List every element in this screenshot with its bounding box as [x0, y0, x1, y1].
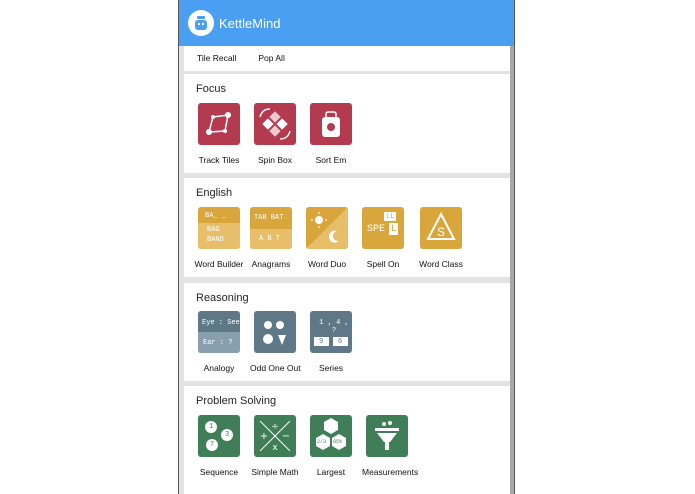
anagrams-icon: TAB BAT A B T: [250, 207, 292, 249]
svg-text:−: −: [282, 431, 290, 442]
section-title-focus: Focus: [196, 83, 226, 95]
game-word-duo[interactable]: Word Duo: [302, 207, 352, 269]
sequence-c: 7: [210, 441, 215, 449]
section-title-english: English: [196, 187, 233, 199]
spell-on-main: SPE: [367, 224, 386, 235]
tile-label: Track Tiles: [198, 155, 240, 165]
tile-label: Measurements: [362, 467, 419, 477]
sequence-b: 3: [225, 431, 230, 439]
tile-label: Series: [318, 363, 344, 373]
spell-on-icon: LL SPE L: [362, 207, 404, 249]
analogy-icon: Eye : See Ear : ?: [198, 311, 240, 353]
analogy-bottom: Ear : ?: [203, 339, 233, 347]
game-spin-box[interactable]: Spin Box: [250, 103, 300, 165]
game-analogy[interactable]: Eye : See Ear : ? Analogy: [194, 311, 244, 373]
reasoning-section: Reasoning Eye : See Ear : ? Analogy Odd …: [184, 283, 510, 381]
word-class-icon: S: [420, 207, 462, 249]
english-section: English BA_ _ BAG BAND Word Builder TAB …: [184, 178, 510, 277]
tile-label: Word Duo: [307, 259, 347, 269]
sequence-icon: 1 3 7: [198, 415, 240, 457]
tile-label: Simple Math: [251, 467, 299, 477]
game-anagrams[interactable]: TAB BAT A B T Anagrams: [246, 207, 296, 269]
game-simple-math[interactable]: ÷ + − x Simple Math: [250, 415, 300, 477]
svg-text:x: x: [272, 443, 278, 453]
phone-screen: KettleMind Tile Recall Pop All Focus Tra…: [178, 0, 515, 494]
tile-label: Sort Em: [315, 155, 347, 165]
svg-text:S: S: [437, 225, 445, 239]
kettle-icon: [188, 10, 214, 36]
game-track-tiles[interactable]: Track Tiles: [194, 103, 244, 165]
word-duo-icon: [306, 207, 348, 249]
series-b: 6: [338, 338, 343, 346]
game-sequence[interactable]: 1 3 7 Sequence: [194, 415, 244, 477]
tile-label: Word Class: [419, 259, 463, 269]
section-title-reasoning: Reasoning: [196, 292, 249, 304]
tile-label: Largest: [316, 467, 346, 477]
series-top: 1 , 4 , ?: [319, 319, 349, 335]
scrollbar[interactable]: [510, 46, 514, 494]
tile-label: Spell On: [366, 259, 400, 269]
track-tiles-icon: [198, 103, 240, 145]
word-builder-line2: BAG: [207, 226, 220, 234]
spin-box-icon: [254, 103, 296, 145]
game-odd-one-out[interactable]: Odd One Out: [250, 311, 301, 373]
focus-section: Focus Track Tiles Spin Box Sort Em: [184, 74, 510, 173]
word-builder-icon: BA_ _ BAG BAND: [198, 207, 240, 249]
series-icon: 1 , 4 , ? 9 6: [310, 311, 352, 353]
spell-on-top: LL: [386, 213, 395, 221]
tile-label: Odd One Out: [250, 363, 301, 373]
analogy-top: Eye : See: [202, 319, 240, 327]
tile-label: Spin Box: [257, 155, 293, 165]
funnel-icon: [366, 415, 408, 457]
game-largest[interactable]: 2/3 85% Largest: [306, 415, 356, 477]
largest-a: 2/3: [317, 439, 327, 445]
problem-solving-section: Problem Solving 1 3 7 Sequence ÷ + − x Simp…: [184, 386, 510, 494]
sequence-a: 1: [209, 423, 214, 431]
word-builder-line3: BAND: [207, 236, 224, 244]
game-series[interactable]: 1 , 4 , ? 9 6 Series: [306, 311, 356, 373]
game-word-class[interactable]: S Word Class: [416, 207, 466, 269]
spell-on-tail: L: [391, 224, 398, 235]
top-games-card: Tile Recall Pop All: [184, 46, 510, 71]
tile-label: Word Builder: [194, 259, 244, 269]
game-spell-on[interactable]: LL SPE L Spell On: [358, 207, 408, 269]
section-title-problem-solving: Problem Solving: [196, 395, 277, 407]
game-sort-em[interactable]: Sort Em: [306, 103, 356, 165]
app-title: KettleMind: [219, 15, 281, 31]
series-a: 9: [319, 338, 324, 346]
tile-label: Sequence: [199, 467, 239, 477]
game-word-builder[interactable]: BA_ _ BAG BAND Word Builder: [194, 207, 244, 269]
svg-text:÷: ÷: [271, 422, 279, 432]
anagrams-bottom: A B T: [259, 235, 281, 243]
game-pop-all[interactable]: Pop All: [258, 53, 284, 63]
tile-label: Analogy: [203, 363, 235, 373]
odd-one-out-icon: [254, 311, 296, 353]
game-tile-recall[interactable]: Tile Recall: [197, 53, 236, 63]
game-measurements[interactable]: Measurements: [362, 415, 419, 477]
tile-label: Anagrams: [251, 259, 291, 269]
largest-icon: 2/3 85%: [310, 415, 352, 457]
simple-math-icon: ÷ + − x: [254, 415, 296, 457]
largest-b: 85%: [333, 439, 343, 445]
app-bar: KettleMind: [179, 0, 514, 46]
word-builder-line1: BA_ _: [205, 212, 227, 220]
sort-em-icon: [310, 103, 352, 145]
svg-text:+: +: [260, 431, 268, 442]
anagrams-top: TAB BAT: [254, 214, 284, 222]
